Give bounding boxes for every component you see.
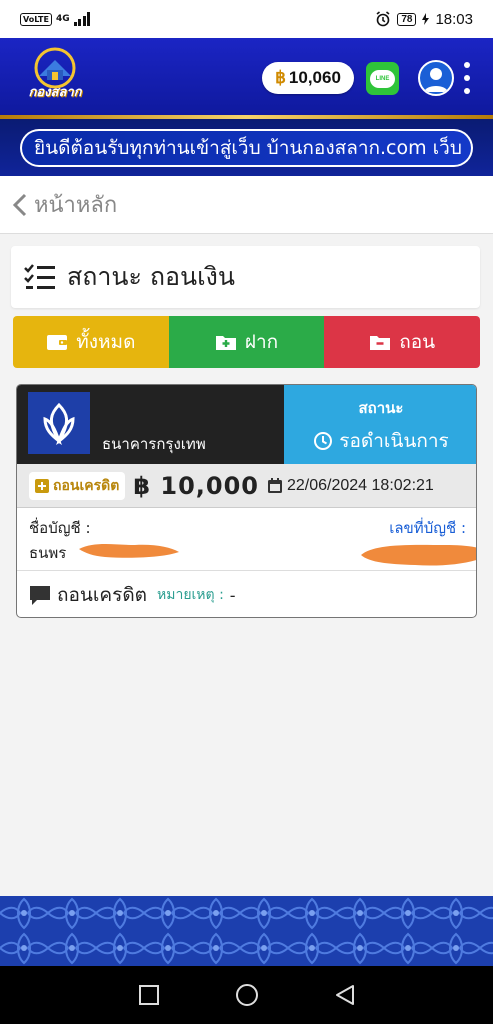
clock: 18:03 bbox=[435, 10, 473, 28]
announcement-frame: ยินดีต้อนรับทุกท่านเข้าสู่เว็บ บ้านกองสล… bbox=[20, 128, 473, 167]
amount-value: 10,000 bbox=[160, 471, 259, 500]
redaction-mark bbox=[79, 544, 179, 558]
system-navigation-bar bbox=[0, 966, 493, 1024]
note-value: - bbox=[229, 585, 236, 605]
announcement-text: ยินดีต้อนรับทุกท่านเข้าสู่เว็บ บ้านกองสล… bbox=[22, 130, 471, 165]
balance-amount: 10,060 bbox=[288, 68, 341, 87]
page-title-card: สถานะ ถอนเงิน bbox=[11, 246, 480, 308]
network-indicators: VoLTE 4G bbox=[20, 12, 91, 26]
recent-apps-icon[interactable] bbox=[138, 984, 160, 1006]
baht-icon: ฿ bbox=[275, 68, 286, 87]
back-icon[interactable] bbox=[334, 984, 356, 1006]
redaction-mark-2 bbox=[361, 544, 476, 566]
amount-row: ถอนเครดิต ฿ 10,000 22/06/2024 18:02:21 bbox=[17, 464, 476, 508]
charging-icon bbox=[422, 13, 430, 25]
transaction-filter: ทั้งหมด ฝาก ถอน bbox=[13, 316, 480, 368]
volte-indicator: VoLTE bbox=[20, 12, 52, 26]
alarm-icon bbox=[376, 11, 390, 27]
status-value: รอดำเนินการ bbox=[339, 430, 449, 452]
comment-icon bbox=[30, 586, 50, 605]
logo-text: กองสลาก bbox=[28, 85, 82, 100]
plus-square-icon bbox=[35, 478, 49, 493]
balance-pill[interactable]: ฿ 10,060 bbox=[262, 62, 354, 94]
bank-logo-icon bbox=[28, 392, 90, 454]
user-icon bbox=[424, 68, 448, 92]
back-to-home[interactable]: หน้าหลัก bbox=[0, 176, 493, 234]
bank-name: ธนาคารกรุงเทพ bbox=[102, 435, 206, 453]
transaction-amount: ฿ 10,000 bbox=[133, 472, 259, 500]
folder-plus-icon bbox=[215, 336, 236, 350]
filter-deposit-button[interactable]: ฝาก bbox=[168, 316, 325, 368]
clock-icon bbox=[314, 432, 333, 450]
page-title: สถานะ ถอนเงิน bbox=[67, 262, 235, 291]
network-type: 4G bbox=[55, 14, 70, 24]
footer-pattern bbox=[0, 896, 493, 966]
home-icon[interactable] bbox=[235, 983, 259, 1007]
transaction-type: ถอนเครดิต bbox=[53, 477, 120, 494]
filter-all-label: ทั้งหมด bbox=[76, 331, 136, 353]
bank-info: ธนาคารกรุงเทพ bbox=[17, 385, 284, 464]
account-name: ธนพร bbox=[29, 544, 67, 562]
filter-all-button[interactable]: ทั้งหมด bbox=[13, 316, 169, 368]
account-row: ชื่อบัญชี : ธนพร เลขที่บัญชี : bbox=[17, 509, 476, 571]
status-block: สถานะ รอดำเนินการ bbox=[284, 385, 476, 464]
chevron-left-icon bbox=[12, 193, 27, 216]
more-menu-button[interactable] bbox=[462, 62, 472, 94]
app-header: กองสลาก ฿ 10,060 LINE bbox=[0, 38, 493, 115]
transaction-date: 22/06/2024 18:02:21 bbox=[268, 477, 434, 495]
filter-withdraw-button[interactable]: ถอน bbox=[324, 316, 480, 368]
account-name-label: ชื่อบัญชี : bbox=[29, 519, 91, 537]
note-row: ถอนเครดิต หมายเหตุ : - bbox=[17, 572, 476, 617]
checklist-icon bbox=[24, 264, 55, 289]
folder-minus-icon bbox=[370, 336, 391, 350]
battery-icon: 78 bbox=[397, 12, 417, 26]
profile-button[interactable] bbox=[418, 60, 454, 96]
transaction-card: ธนาคารกรุงเทพ สถานะ รอดำเนินการ ถอนเครดิ… bbox=[16, 384, 477, 618]
wallet-icon bbox=[47, 335, 68, 350]
currency-symbol: ฿ bbox=[133, 471, 152, 500]
announcement-bar: ยินดีต้อนรับทุกท่านเข้าสู่เว็บ บ้านกองสล… bbox=[0, 119, 493, 176]
datetime: 22/06/2024 18:02:21 bbox=[287, 476, 434, 494]
breadcrumb-label: หน้าหลัก bbox=[34, 193, 118, 218]
transaction-card-header: ธนาคารกรุงเทพ สถานะ รอดำเนินการ bbox=[17, 385, 476, 464]
transaction-type-badge: ถอนเครดิต bbox=[29, 471, 126, 500]
signal-icon bbox=[73, 12, 91, 26]
status-right: 78 18:03 bbox=[375, 11, 473, 28]
note-type: ถอนเครดิต bbox=[57, 584, 147, 606]
status-label: สถานะ bbox=[358, 399, 404, 417]
filter-deposit-label: ฝาก bbox=[244, 331, 279, 353]
line-button[interactable]: LINE bbox=[366, 62, 399, 95]
line-icon: LINE bbox=[370, 69, 395, 88]
note-label: หมายเหตุ : bbox=[157, 587, 224, 603]
filter-withdraw-label: ถอน bbox=[399, 331, 436, 353]
system-status-bar: VoLTE 4G 78 18:03 bbox=[0, 0, 493, 38]
site-logo[interactable]: กองสลาก bbox=[22, 46, 88, 104]
calendar-icon bbox=[268, 478, 282, 493]
status-value-row: รอดำเนินการ bbox=[284, 426, 476, 456]
